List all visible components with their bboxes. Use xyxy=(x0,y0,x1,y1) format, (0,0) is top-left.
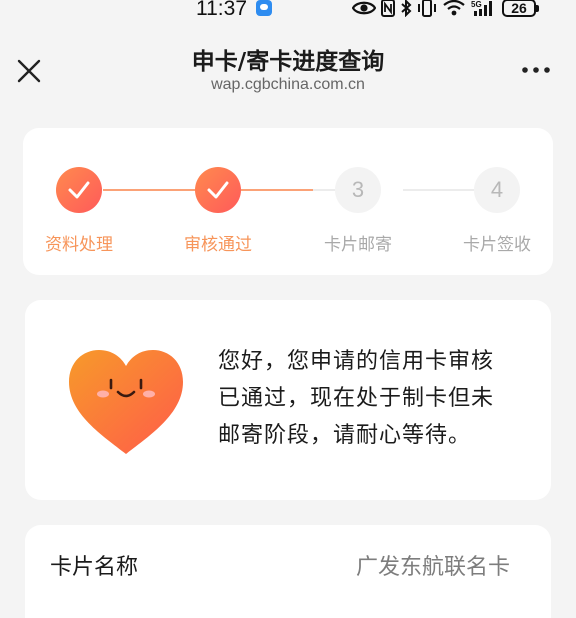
signal-5g-icon: 5G xyxy=(471,0,492,16)
step-3-label: 卡片邮寄 xyxy=(324,235,392,255)
status-message-line: 邮寄阶段，请耐心等待。 xyxy=(218,423,472,448)
step-2-label: 审核通过 xyxy=(184,235,252,255)
svg-text:5G: 5G xyxy=(471,0,482,9)
vibrate-icon xyxy=(418,0,436,17)
nav-header: 申卡/寄卡进度查询 wap.cgbchina.com.cn xyxy=(0,24,576,104)
step-2-done-marker xyxy=(195,167,241,213)
card-info-card: 卡片名称 广发东航联名卡 xyxy=(25,525,551,618)
nfc-icon xyxy=(381,0,395,17)
more-icon[interactable] xyxy=(518,58,554,82)
check-icon xyxy=(68,181,90,199)
step-3-number: 3 xyxy=(335,167,381,213)
status-time: 11:37 xyxy=(196,0,247,20)
battery-icon: 26 xyxy=(502,0,539,17)
card-name-label: 卡片名称 xyxy=(50,555,139,580)
progress-card: 3 4 资料处理 审核通过 卡片邮寄 卡片签收 xyxy=(23,128,553,275)
smiling-heart-icon xyxy=(69,350,183,454)
page-url: wap.cgbchina.com.cn xyxy=(211,76,365,93)
step-1-label: 资料处理 xyxy=(45,235,113,255)
message-icon xyxy=(256,0,272,16)
eye-icon xyxy=(352,1,376,15)
card-name-value: 广发东航联名卡 xyxy=(355,555,510,580)
wifi-icon xyxy=(443,0,465,16)
check-icon xyxy=(207,181,229,199)
progress-line-done xyxy=(241,189,313,191)
bluetooth-icon xyxy=(401,0,412,17)
step-1-done-marker xyxy=(56,167,102,213)
step-4-label: 卡片签收 xyxy=(463,235,531,255)
more-button[interactable] xyxy=(518,58,554,82)
battery-level: 26 xyxy=(511,0,527,16)
step-4-number: 4 xyxy=(474,167,520,213)
status-bar: 11:37 5G 26 xyxy=(0,0,576,24)
status-icons: 5G 26 xyxy=(352,0,539,18)
status-message: 您好，您申请的信用卡审核 已通过，现在处于制卡但未 邮寄阶段，请耐心等待。 xyxy=(218,343,528,454)
status-message-line: 您好，您申请的信用卡审核 xyxy=(218,349,495,374)
page-title: 申卡/寄卡进度查询 xyxy=(191,49,385,75)
status-message-line: 已通过，现在处于制卡但未 xyxy=(218,386,495,411)
status-message-card: 您好，您申请的信用卡审核 已通过，现在处于制卡但未 邮寄阶段，请耐心等待。 xyxy=(25,300,551,500)
